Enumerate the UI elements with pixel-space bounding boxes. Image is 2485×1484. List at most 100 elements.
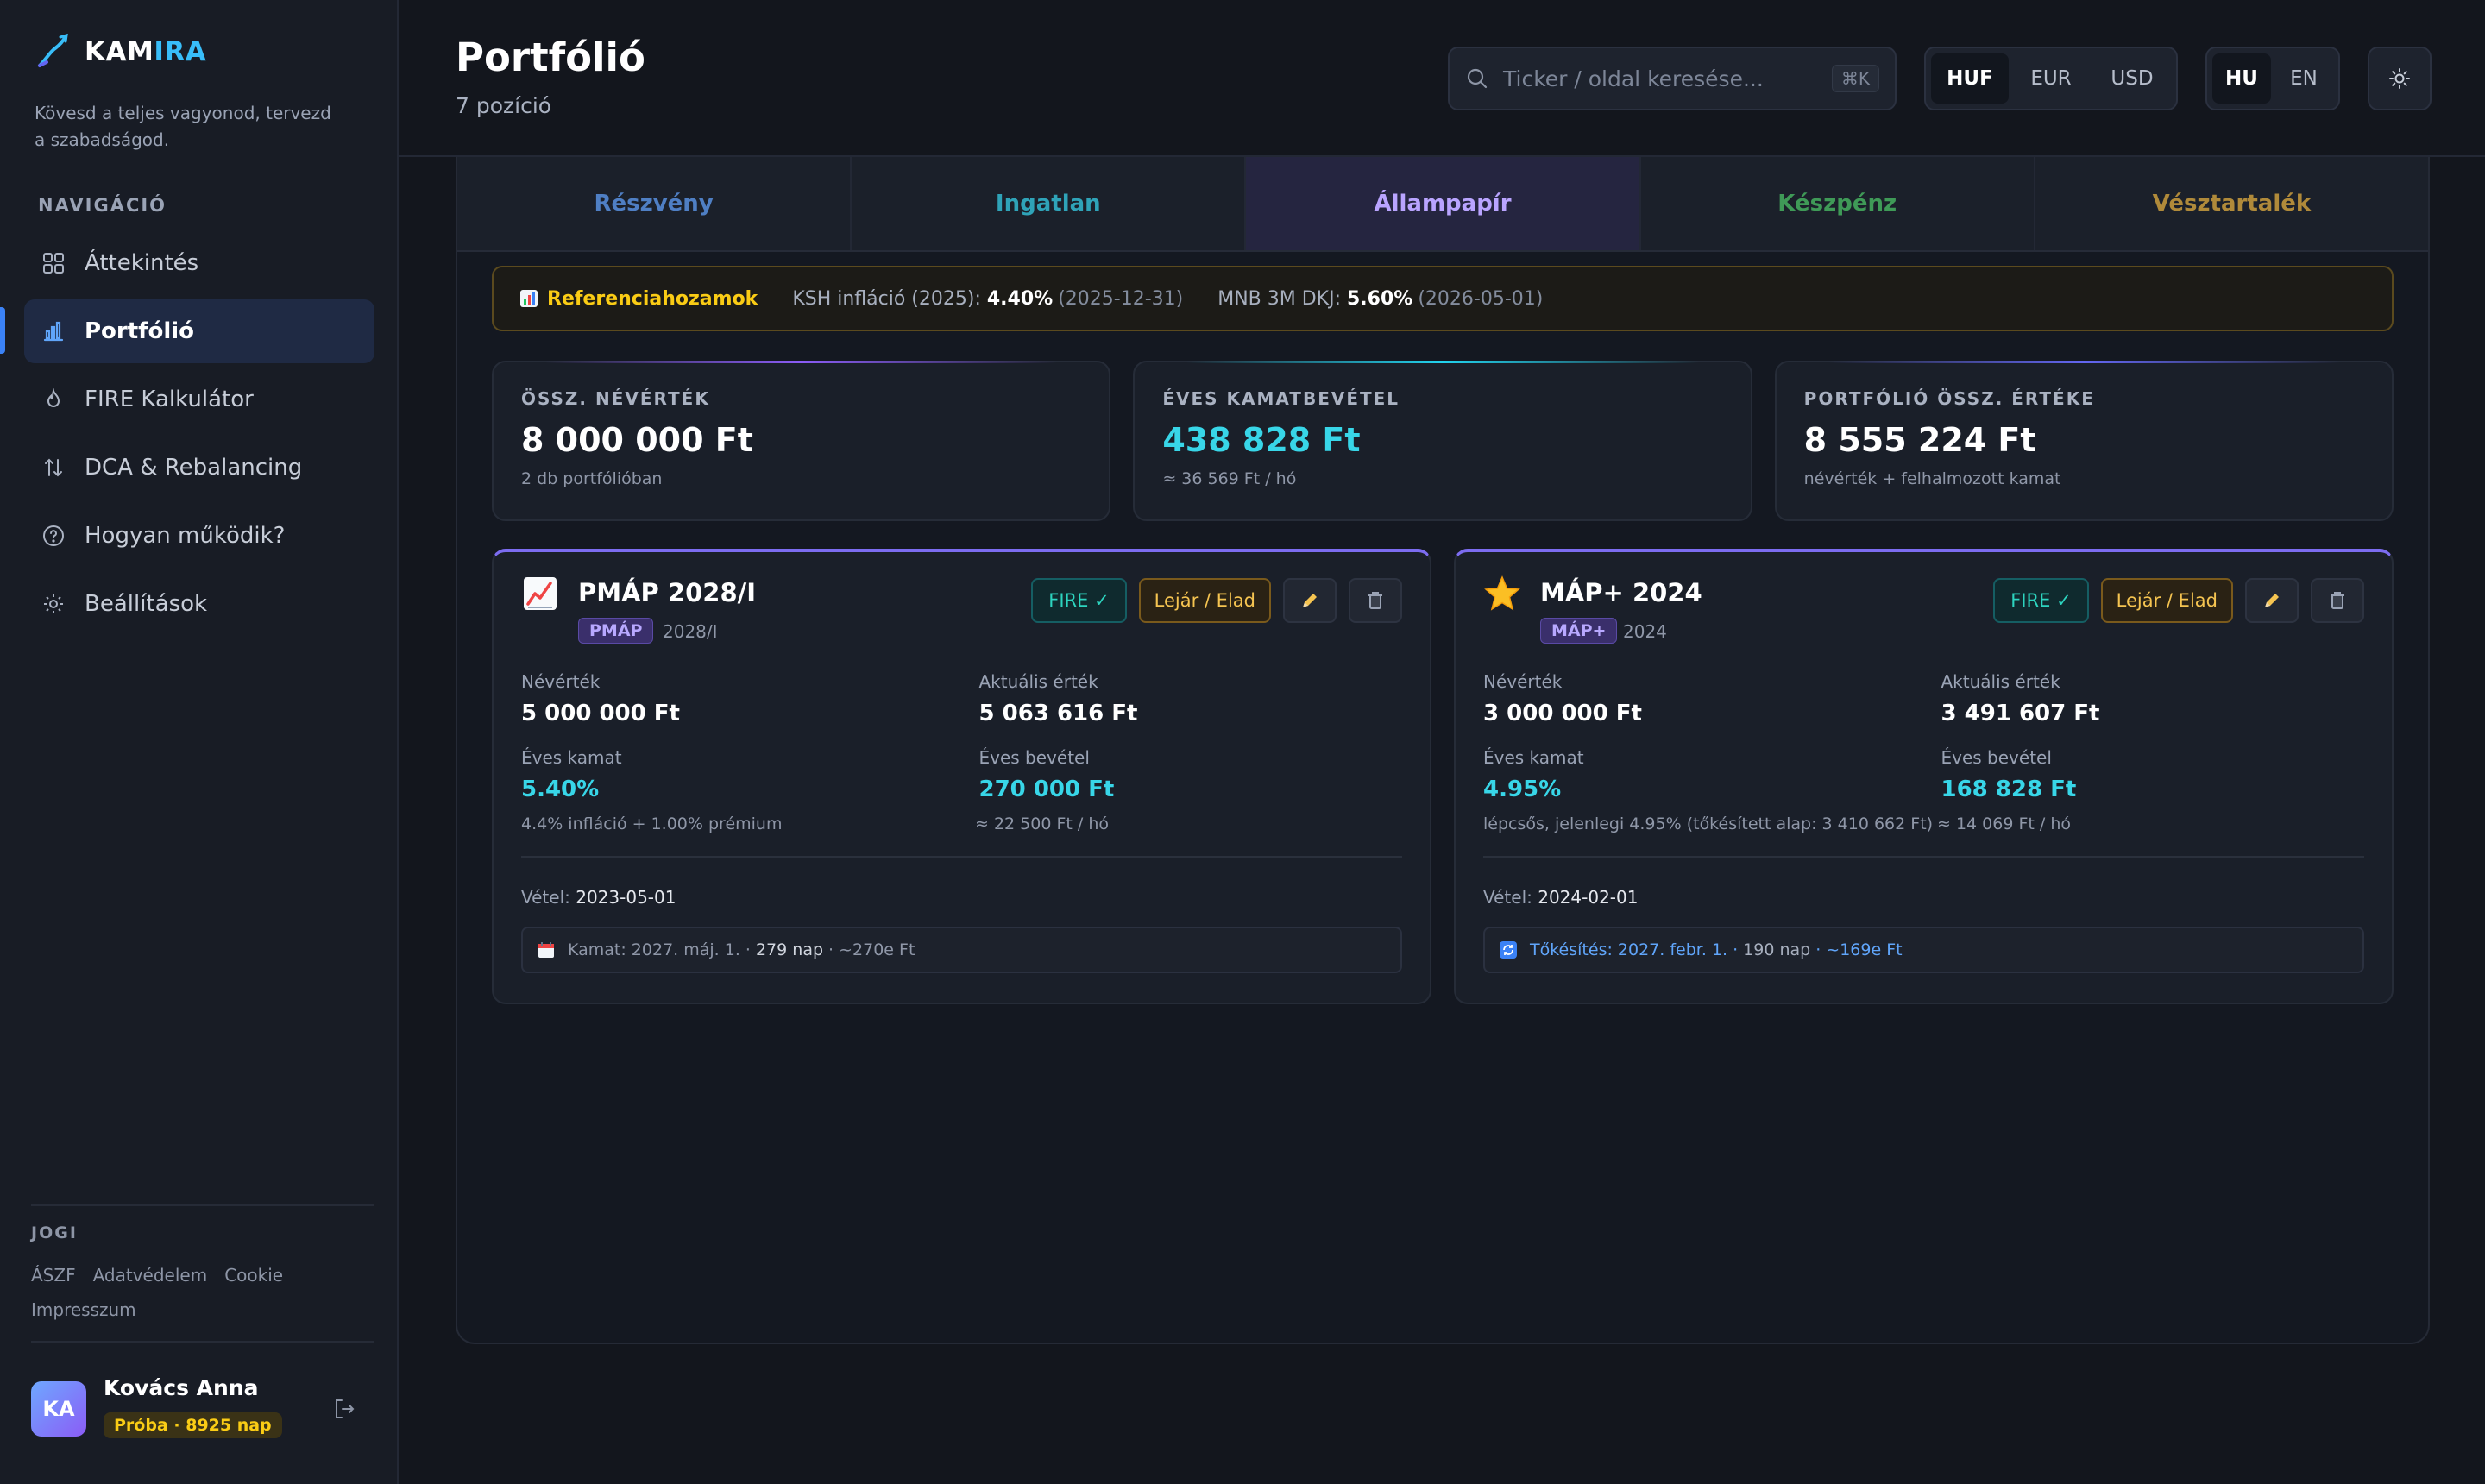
sidebar-item-label: Portfólió: [85, 318, 195, 344]
divider: [521, 856, 1402, 858]
accent-line: [545, 361, 1058, 363]
bond-title: PMÁP 2028/I: [578, 578, 757, 607]
rate-note: lépcsős, jelenlegi 4.95% (tőkésített ala…: [1483, 814, 1934, 833]
sidebar-item-dca-rebalancing[interactable]: DCA & Rebalancing: [24, 436, 374, 500]
language-switcher: HU EN: [2205, 47, 2340, 110]
sun-icon: [2389, 68, 2410, 89]
edit-button[interactable]: [2245, 578, 2299, 623]
sidebar-item-hogyan-mukodik[interactable]: Hogyan működik?: [24, 504, 374, 568]
tab-reszveny[interactable]: Részvény: [457, 157, 852, 250]
sell-button[interactable]: Lejár / Elad: [2100, 578, 2233, 623]
sidebar-nav: Áttekintés Portfólió FIRE Kalkulátor DCA…: [24, 231, 374, 640]
trash-icon: [1368, 592, 1382, 609]
purchase-date: Vétel: 2024-02-01: [1483, 887, 1639, 908]
currency-eur[interactable]: EUR: [2012, 53, 2090, 104]
calendar-icon: [538, 942, 554, 958]
accent-line: [1828, 361, 2340, 363]
stat-label: ÉVES KAMATBEVÉTEL: [1162, 388, 1400, 409]
sidebar-item-attekintes[interactable]: Áttekintés: [24, 231, 374, 295]
refresh-icon: [1500, 941, 1517, 959]
currency-switcher: HUF EUR USD: [1924, 47, 2178, 110]
stat-sub: ≈ 36 569 Ft / hó: [1162, 469, 1297, 488]
trial-badge: Próba · 8925 nap: [104, 1412, 282, 1438]
card-actions: FIRE ✓ Lejár / Elad: [1993, 578, 2364, 623]
sell-button[interactable]: Lejár / Elad: [1138, 578, 1271, 623]
brand-tagline: Kövesd a teljes vagyonod, tervezd a szab…: [35, 103, 331, 150]
next-interest-info: Kamat: 2027. máj. 1. · 279 nap · ~270e Ft: [521, 927, 1402, 973]
bond-details: Névérték 5 000 000 Ft Aktuális érték 5 063…: [521, 671, 1402, 823]
stat-portfolio-total: PORTFÓLIÓ ÖSSZ. ÉRTÉKE 8 555 224 Ft névé…: [1774, 361, 2394, 521]
avatar[interactable]: KA: [31, 1381, 86, 1437]
ksh-label: KSH infláció (2025):: [792, 287, 981, 310]
search-placeholder: Ticker / oldal keresése...: [1503, 66, 1764, 91]
bond-cards: PMÁP 2028/I PMÁP 2028/I FIRE ✓ Lejár / E…: [492, 549, 2394, 1004]
fire-toggle-button[interactable]: FIRE ✓: [1993, 578, 2089, 623]
arrows-updown-icon: [41, 456, 66, 480]
chart-icon: [520, 290, 538, 307]
bond-series: 2024: [1623, 621, 1667, 642]
card-actions: FIRE ✓ Lejár / Elad: [1031, 578, 1402, 623]
tab-allampapir[interactable]: Állampapír: [1246, 157, 1641, 250]
detail-annual-rate: Éves kamat 4.95%: [1483, 747, 1584, 802]
sidebar-item-fire-kalkulator[interactable]: FIRE Kalkulátor: [24, 368, 374, 431]
logo-icon: [38, 33, 68, 67]
accent-line: [1186, 361, 1699, 363]
currency-usd[interactable]: USD: [2093, 53, 2171, 104]
theme-toggle-button[interactable]: [2368, 47, 2432, 110]
delete-button[interactable]: [1349, 578, 1402, 623]
language-hu[interactable]: HU: [2212, 53, 2271, 104]
pencil-icon: [2265, 594, 2279, 607]
asset-tabs: Részvény Ingatlan Állampapír Készpénz Vé…: [457, 157, 2428, 252]
legal-links: ÁSZF Adatvédelem Cookie Impresszum: [31, 1258, 342, 1327]
page-subtitle: 7 pozíció: [456, 93, 552, 118]
link-impresszum[interactable]: Impresszum: [31, 1299, 136, 1320]
sidebar-item-portfolio[interactable]: Portfólió: [24, 299, 374, 363]
rate-note: 4.4% infláció + 1.00% prémium: [521, 814, 783, 833]
divider: [31, 1204, 374, 1206]
link-cookie[interactable]: Cookie: [224, 1265, 283, 1286]
sidebar-item-label: Áttekintés: [85, 250, 199, 276]
divider: [31, 1341, 374, 1343]
stat-annual-interest: ÉVES KAMATBEVÉTEL 438 828 Ft ≈ 36 569 Ft…: [1133, 361, 1752, 521]
detail-annual-income: Éves bevétel 168 828 Ft: [1941, 747, 2077, 802]
search-icon: [1467, 68, 1488, 89]
bond-type-badge: MÁP+: [1540, 618, 1618, 644]
detail-face-value: Névérték 3 000 000 Ft: [1483, 671, 1642, 726]
bond-type-badge: PMÁP: [578, 618, 654, 644]
currency-huf[interactable]: HUF: [1931, 53, 2009, 104]
mnb-date: (2026-05-01): [1418, 287, 1544, 310]
sidebar-item-label: FIRE Kalkulátor: [85, 387, 254, 412]
legal-section-title: JOGI: [31, 1223, 78, 1242]
bond-details: Névérték 3 000 000 Ft Aktuális érték 3 491…: [1483, 671, 2364, 823]
tab-keszpenz[interactable]: Készpénz: [1641, 157, 2035, 250]
brand-name: KAMIRA: [85, 36, 207, 67]
search-input[interactable]: Ticker / oldal keresése... ⌘K: [1448, 47, 1897, 110]
bond-title: MÁP+ 2024: [1540, 578, 1702, 607]
language-en[interactable]: EN: [2274, 53, 2333, 104]
stat-label: PORTFÓLIÓ ÖSSZ. ÉRTÉKE: [1803, 388, 2095, 409]
reference-title: Referenciahozamok: [547, 287, 758, 310]
ksh-value: 4.40%: [986, 287, 1054, 310]
edit-button[interactable]: [1283, 578, 1337, 623]
bond-card: PMÁP 2028/I PMÁP 2028/I FIRE ✓ Lejár / E…: [492, 549, 1431, 1004]
income-note: ≈ 22 500 Ft / hó: [975, 814, 1110, 833]
delete-button[interactable]: [2311, 578, 2364, 623]
link-aszf[interactable]: ÁSZF: [31, 1265, 76, 1286]
link-adatvedelem[interactable]: Adatvédelem: [93, 1265, 208, 1286]
brand-logo[interactable]: KAMIRA: [35, 33, 206, 71]
user-name: Kovács Anna: [104, 1375, 259, 1400]
pencil-icon: [1303, 594, 1317, 607]
sidebar-item-beallitasok[interactable]: Beállítások: [24, 572, 374, 636]
mnb-value: 5.60%: [1347, 287, 1413, 310]
logout-icon[interactable]: [331, 1396, 357, 1422]
tab-vesztartalek[interactable]: Vésztartalék: [2035, 157, 2428, 250]
trending-up-icon: [524, 577, 557, 610]
fire-toggle-button[interactable]: FIRE ✓: [1031, 578, 1127, 623]
nav-section-title: NAVIGÁCIÓ: [38, 195, 167, 216]
tab-ingatlan[interactable]: Ingatlan: [852, 157, 1247, 250]
stat-label: ÖSSZ. NÉVÉRTÉK: [521, 388, 710, 409]
stat-value: 8 000 000 Ft: [521, 421, 753, 459]
trash-icon: [2331, 592, 2344, 609]
detail-annual-rate: Éves kamat 5.40%: [521, 747, 622, 802]
nav-active-indicator: [0, 307, 5, 354]
